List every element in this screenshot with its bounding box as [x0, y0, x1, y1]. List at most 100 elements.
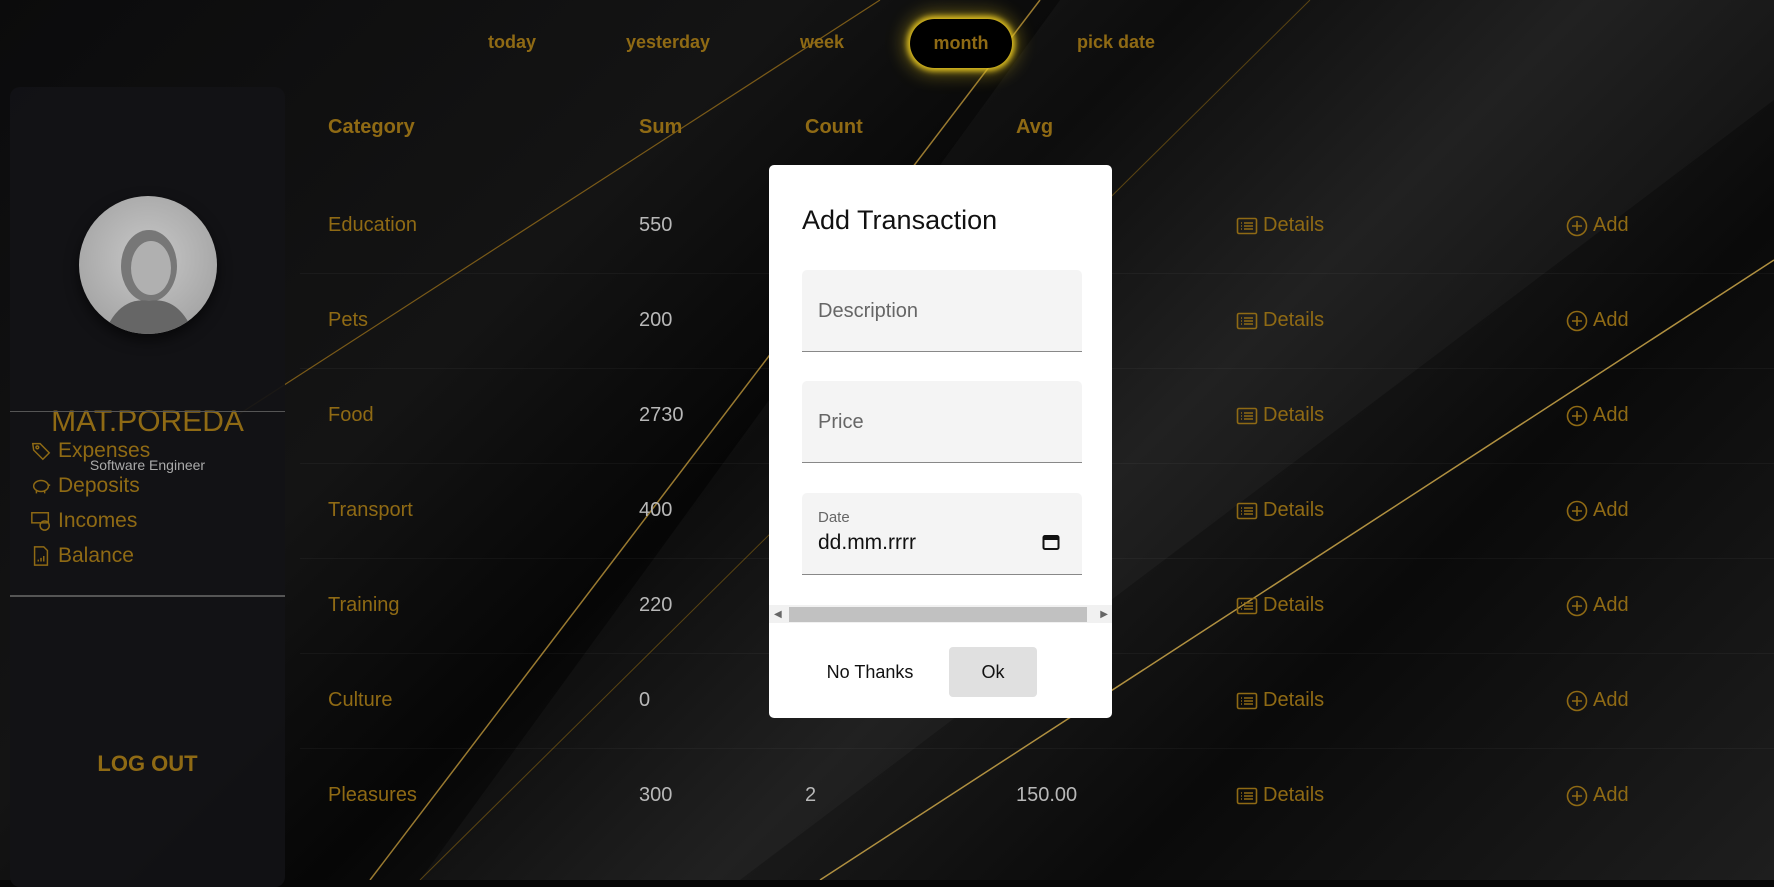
- scroll-left-icon[interactable]: ◀: [774, 609, 782, 620]
- header-sum: Sum: [639, 116, 683, 138]
- dialog-title: Add Transaction: [802, 205, 998, 235]
- sum-value: 300: [639, 784, 673, 806]
- cash-coin-icon: [31, 512, 50, 531]
- add-button[interactable]: Add: [1566, 309, 1629, 332]
- nav-balance[interactable]: Balance: [30, 544, 134, 568]
- avatar: [79, 196, 217, 334]
- add-button[interactable]: Add: [1566, 404, 1629, 427]
- divider: [10, 411, 285, 412]
- add-label: Add: [1593, 404, 1629, 426]
- nav-label: Incomes: [58, 509, 138, 532]
- nav-label: Deposits: [58, 474, 140, 497]
- add-button[interactable]: Add: [1566, 594, 1629, 617]
- no-thanks-button[interactable]: No Thanks: [814, 647, 926, 697]
- piggy-bank-icon: [32, 479, 51, 494]
- add-button[interactable]: Add: [1566, 499, 1629, 522]
- details-button[interactable]: Details: [1236, 214, 1324, 237]
- header-count: Count: [805, 116, 863, 138]
- list-icon: [1236, 692, 1258, 709]
- header-category: Category: [328, 116, 415, 138]
- sum-value: 0: [639, 689, 651, 711]
- details-button[interactable]: Details: [1236, 404, 1324, 427]
- nav-label: Balance: [58, 544, 134, 567]
- date-input[interactable]: Date dd.mm.rrrr: [802, 493, 1082, 575]
- add-button[interactable]: Add: [1566, 689, 1629, 712]
- ok-button[interactable]: Ok: [949, 647, 1037, 697]
- tab-pick-date[interactable]: pick date: [1077, 32, 1155, 53]
- price-input[interactable]: Price: [802, 381, 1082, 463]
- scrollbar-thumb[interactable]: [789, 607, 1087, 622]
- calendar-icon[interactable]: [1042, 533, 1060, 551]
- row-divider: [300, 748, 1774, 749]
- plus-circle-icon: [1566, 405, 1588, 426]
- add-label: Add: [1593, 309, 1629, 331]
- add-label: Add: [1593, 499, 1629, 521]
- plus-circle-icon: [1566, 500, 1588, 521]
- tab-today[interactable]: today: [488, 32, 536, 53]
- sum-value: 220: [639, 594, 673, 616]
- details-label: Details: [1263, 499, 1325, 521]
- category-name: Culture: [328, 689, 393, 711]
- avg-value: 150.00: [1016, 784, 1078, 806]
- sum-value: 550: [639, 214, 673, 236]
- header-avg: Avg: [1016, 116, 1054, 138]
- plus-circle-icon: [1566, 785, 1588, 806]
- add-button[interactable]: Add: [1566, 784, 1629, 807]
- category-name: Food: [328, 404, 374, 426]
- nav-label: Expenses: [58, 439, 151, 462]
- tab-yesterday[interactable]: yesterday: [626, 32, 710, 53]
- list-icon: [1236, 597, 1258, 614]
- sum-value: 200: [639, 309, 673, 331]
- date-value: dd.mm.rrrr: [818, 531, 916, 554]
- list-icon: [1236, 407, 1258, 424]
- sum-value: 400: [639, 499, 673, 521]
- list-icon: [1236, 787, 1258, 804]
- plus-circle-icon: [1566, 215, 1588, 236]
- add-label: Add: [1593, 214, 1629, 236]
- details-button[interactable]: Details: [1236, 689, 1324, 712]
- details-button[interactable]: Details: [1236, 309, 1324, 332]
- category-name: Pets: [328, 309, 369, 331]
- details-button[interactable]: Details: [1236, 499, 1324, 522]
- nav-expenses[interactable]: Expenses: [30, 439, 150, 463]
- list-icon: [1236, 502, 1258, 519]
- list-icon: [1236, 217, 1258, 234]
- list-icon: [1236, 312, 1258, 329]
- sidebar: MAT.POREDA Software Engineer Expenses De…: [10, 87, 285, 887]
- logout-button[interactable]: LOG OUT: [10, 751, 285, 777]
- divider: [10, 595, 285, 597]
- details-label: Details: [1263, 214, 1325, 236]
- description-placeholder: Description: [818, 300, 919, 322]
- category-name: Education: [328, 214, 417, 236]
- description-input[interactable]: Description: [802, 270, 1082, 352]
- tag-icon: [31, 442, 51, 461]
- sum-value: 2730: [639, 404, 684, 426]
- category-name: Transport: [328, 499, 413, 521]
- details-button[interactable]: Details: [1236, 594, 1324, 617]
- details-label: Details: [1263, 594, 1325, 616]
- tab-week[interactable]: week: [800, 32, 844, 53]
- count-value: 2: [805, 784, 817, 806]
- category-name: Pleasures: [328, 784, 417, 806]
- category-name: Training: [328, 594, 400, 616]
- file-chart-icon: [33, 546, 49, 566]
- details-label: Details: [1263, 404, 1325, 426]
- horizontal-scrollbar[interactable]: ◀ ▶: [769, 605, 1112, 623]
- nav-incomes[interactable]: Incomes: [30, 509, 137, 533]
- add-label: Add: [1593, 594, 1629, 616]
- add-button[interactable]: Add: [1566, 214, 1629, 237]
- nav-deposits[interactable]: Deposits: [30, 474, 140, 498]
- details-label: Details: [1263, 689, 1325, 711]
- plus-circle-icon: [1566, 690, 1588, 711]
- details-label: Details: [1263, 784, 1325, 806]
- price-placeholder: Price: [818, 411, 864, 433]
- add-label: Add: [1593, 689, 1629, 711]
- tab-month[interactable]: month: [910, 19, 1012, 68]
- plus-circle-icon: [1566, 310, 1588, 331]
- details-button[interactable]: Details: [1236, 784, 1324, 807]
- details-label: Details: [1263, 309, 1325, 331]
- scroll-right-icon[interactable]: ▶: [1100, 609, 1108, 620]
- add-label: Add: [1593, 784, 1629, 806]
- date-label: Date: [818, 509, 850, 526]
- add-transaction-dialog: Add Transaction Description Price Date d…: [769, 165, 1112, 718]
